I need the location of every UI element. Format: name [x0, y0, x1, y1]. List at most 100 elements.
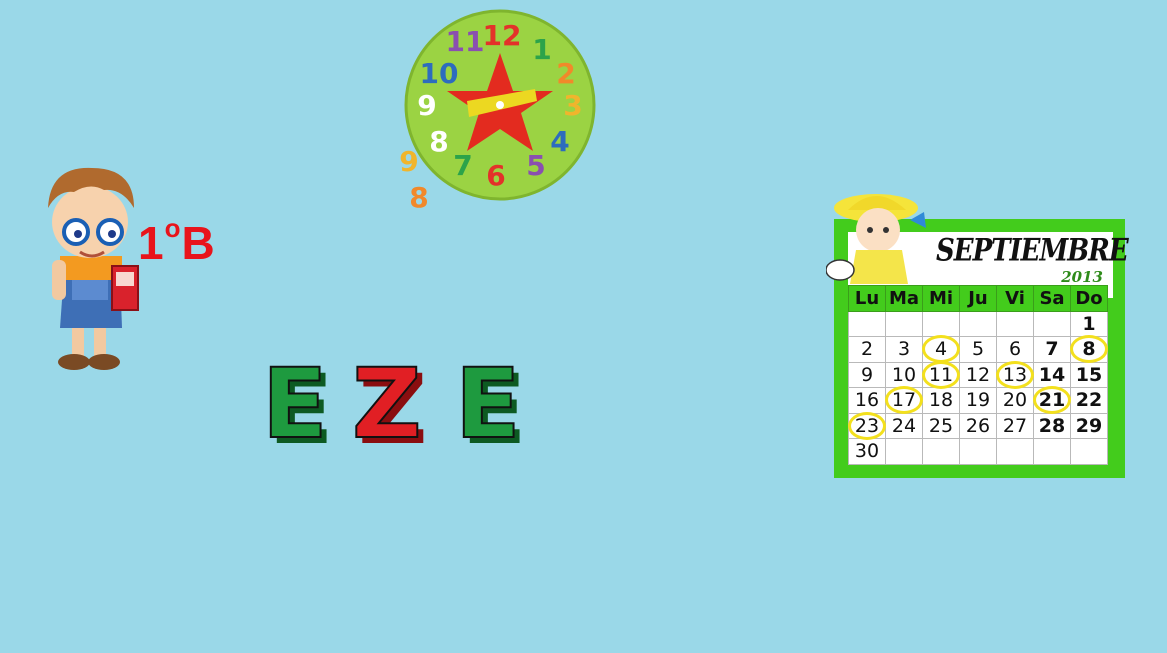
calendar-day: 10: [885, 361, 923, 388]
clock-number-5: 5: [526, 149, 545, 182]
clock-number-7: 7: [453, 149, 472, 182]
calendar-day: 27: [996, 412, 1034, 439]
calendar-day-number: 3: [897, 338, 911, 361]
calendar-day-number: 6: [1008, 338, 1022, 361]
calendar-day: 17: [885, 386, 923, 415]
calendar-day: 7: [1033, 336, 1071, 363]
class-number: 1: [138, 217, 164, 269]
calendar-day: 1: [1070, 310, 1108, 337]
calendar-day-number: 14: [1038, 363, 1066, 386]
calendar-day-number: 15: [1075, 363, 1103, 386]
calendar-day-number: 24: [891, 414, 917, 437]
calendar-week-row: 1: [848, 310, 1108, 337]
weekday-header: Do: [1070, 285, 1108, 312]
calendar-day-number: 28: [1038, 414, 1066, 437]
calendar-day-number: 16: [854, 389, 880, 412]
calendar-day-number: 19: [965, 389, 991, 412]
calendar-day-number: 7: [1045, 338, 1059, 361]
calendar-day: 18: [922, 387, 960, 414]
calendar-day: 6: [996, 336, 1034, 363]
calendar-day: 15: [1070, 361, 1108, 388]
word-letter-e-first: E: [261, 348, 329, 460]
calendar-day-number: 27: [1002, 414, 1028, 437]
calendar-day: 14: [1033, 361, 1071, 388]
calendar-day: 19: [959, 387, 997, 414]
calendar-day: 3: [885, 336, 923, 363]
calendar-day: 4: [922, 335, 960, 364]
calendar-empty-cell: [1033, 438, 1071, 465]
calendar-day: 12: [959, 361, 997, 388]
calendar-day-number: 2: [860, 338, 874, 361]
calendar-day: 8: [1070, 335, 1108, 364]
calendar-day: 25: [922, 412, 960, 439]
clock-number-9: 9: [417, 89, 436, 122]
calendar-day: 21: [1033, 386, 1071, 415]
calendar-day-number: 5: [971, 338, 985, 361]
calendar-month: SEPTIEMBRE: [936, 233, 1129, 269]
calendar-day: 28: [1033, 412, 1071, 439]
calendar-day-number: 13: [996, 360, 1034, 389]
clock-number-4: 4: [550, 125, 569, 158]
calendar-body: 1 2 3 4 5 6 7 8 9 10 11 12 13 14 15 16 17 18 19 20 21 22 23 24 2…: [848, 310, 1108, 465]
calendar-day-number: 12: [965, 363, 991, 386]
calendar-day-number: 8: [1070, 335, 1108, 364]
weekday-header: Ju: [959, 285, 997, 312]
calendar-day-number: 23: [848, 411, 886, 440]
calendar-week-row: 9 10 11 12 13 14 15: [848, 360, 1108, 389]
calendar-empty-cell: [848, 310, 886, 337]
class-label: 1oB: [138, 215, 215, 269]
calendar-day-number: 10: [891, 363, 917, 386]
clock-number-3: 3: [563, 89, 582, 122]
clock-number-11: 11: [446, 25, 485, 58]
calendar-day: 16: [848, 387, 886, 414]
calendar-day: 23: [848, 411, 886, 440]
clock-number-2: 2: [556, 57, 575, 90]
girl-illustration: [826, 194, 926, 284]
calendar-week-row: 30: [848, 438, 1108, 465]
calendar-empty-cell: [959, 438, 997, 465]
calendar-day: 30: [848, 438, 886, 465]
weekday-header: Sa: [1033, 285, 1071, 312]
calendar-week-row: 16 17 18 19 20 21 22: [848, 386, 1108, 415]
calendar-day: 5: [959, 336, 997, 363]
calendar-day: 11: [922, 360, 960, 389]
calendar-day: 24: [885, 412, 923, 439]
weekday-header: Vi: [996, 285, 1034, 312]
boy-illustration: [48, 167, 139, 370]
calendar-week-row: 23 24 25 26 27 28 29: [848, 411, 1108, 440]
calendar-day-number: 1: [1082, 312, 1096, 335]
calendar-day-number: 4: [922, 335, 960, 364]
class-group: B: [181, 217, 215, 269]
clock-number-12: 12: [483, 19, 522, 52]
calendar-day: 2: [848, 336, 886, 363]
clock-loose-9: 9: [399, 145, 418, 178]
calendar-day-number: 17: [885, 386, 923, 415]
word-letter-e-last: E: [454, 348, 522, 460]
calendar-day: 9: [848, 361, 886, 388]
calendar-empty-cell: [922, 438, 960, 465]
calendar-day-number: 22: [1075, 389, 1103, 412]
calendar-empty-cell: [885, 438, 923, 465]
calendar-day: 13: [996, 360, 1034, 389]
clock-number-1: 1: [532, 33, 551, 66]
clock-number-10: 10: [420, 57, 459, 90]
calendar-day-number: 29: [1075, 414, 1103, 437]
word-letter-z: Z: [351, 348, 423, 460]
calendar-empty-cell: [996, 310, 1034, 337]
clock-number-6: 6: [486, 159, 505, 192]
calendar-day: 29: [1070, 412, 1108, 439]
calendar-day-number: 11: [922, 360, 960, 389]
calendar-day: 20: [996, 387, 1034, 414]
calendar-empty-cell: [885, 310, 923, 337]
calendar-day-number: 18: [928, 389, 954, 412]
calendar-empty-cell: [959, 310, 997, 337]
calendar-day-number: 9: [860, 363, 874, 386]
calendar-day: 26: [959, 412, 997, 439]
calendar-day-number: 21: [1033, 386, 1071, 415]
calendar-empty-cell: [996, 438, 1034, 465]
calendar-day-number: 20: [1002, 389, 1028, 412]
clock-illustration: 12 1 2 3 4 5 6 7 8 9 10 11 9 8: [399, 9, 596, 214]
clock-loose-8: 8: [409, 181, 428, 214]
calendar-week-row: 2345678: [848, 335, 1108, 364]
calendar-year: 2013: [1061, 268, 1103, 286]
